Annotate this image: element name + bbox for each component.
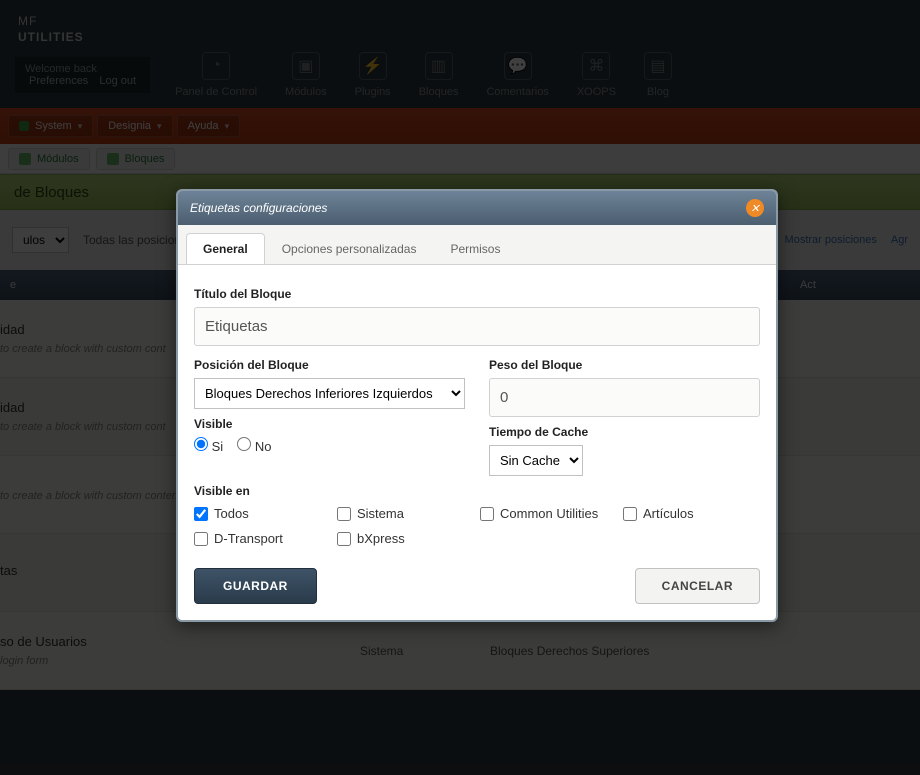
tab-permissions[interactable]: Permisos	[433, 233, 517, 264]
modal-title-text: Etiquetas configuraciones	[190, 201, 327, 215]
check-dtransport[interactable]: D-Transport	[194, 531, 331, 546]
cancel-button[interactable]: CANCELAR	[635, 568, 760, 604]
modal-body: Título del Bloque Posición del Bloque Bl…	[178, 265, 776, 558]
label-weight: Peso del Bloque	[489, 358, 760, 372]
check-todos[interactable]: Todos	[194, 506, 331, 521]
check-common[interactable]: Common Utilities	[480, 506, 617, 521]
modal-titlebar: Etiquetas configuraciones ✕	[178, 191, 776, 225]
weight-input[interactable]	[489, 378, 760, 417]
position-select[interactable]: Bloques Derechos Inferiores Izquierdos	[194, 378, 465, 409]
label-cache: Tiempo de Cache	[489, 425, 760, 439]
tab-custom-options[interactable]: Opciones personalizadas	[265, 233, 434, 264]
tab-general[interactable]: General	[186, 233, 265, 264]
modal-tabs: General Opciones personalizadas Permisos	[178, 225, 776, 265]
modal-footer: GUARDAR CANCELAR	[178, 558, 776, 620]
visible-radios: Si No	[194, 437, 465, 454]
radio-visible-no[interactable]: No	[237, 437, 271, 454]
save-button[interactable]: GUARDAR	[194, 568, 317, 604]
visible-in-checks: Todos Sistema Common Utilities Artículos…	[194, 506, 760, 546]
check-articulos[interactable]: Artículos	[623, 506, 760, 521]
label-visible-in: Visible en	[194, 484, 760, 498]
close-icon[interactable]: ✕	[746, 199, 764, 217]
radio-visible-yes[interactable]: Si	[194, 437, 223, 454]
block-settings-modal: Etiquetas configuraciones ✕ General Opci…	[176, 189, 778, 622]
cache-select[interactable]: Sin Cache	[489, 445, 583, 476]
label-visible: Visible	[194, 417, 465, 431]
label-block-title: Título del Bloque	[194, 287, 760, 301]
label-position: Posición del Bloque	[194, 358, 465, 372]
check-sistema[interactable]: Sistema	[337, 506, 474, 521]
block-title-input[interactable]	[194, 307, 760, 346]
check-bxpress[interactable]: bXpress	[337, 531, 474, 546]
